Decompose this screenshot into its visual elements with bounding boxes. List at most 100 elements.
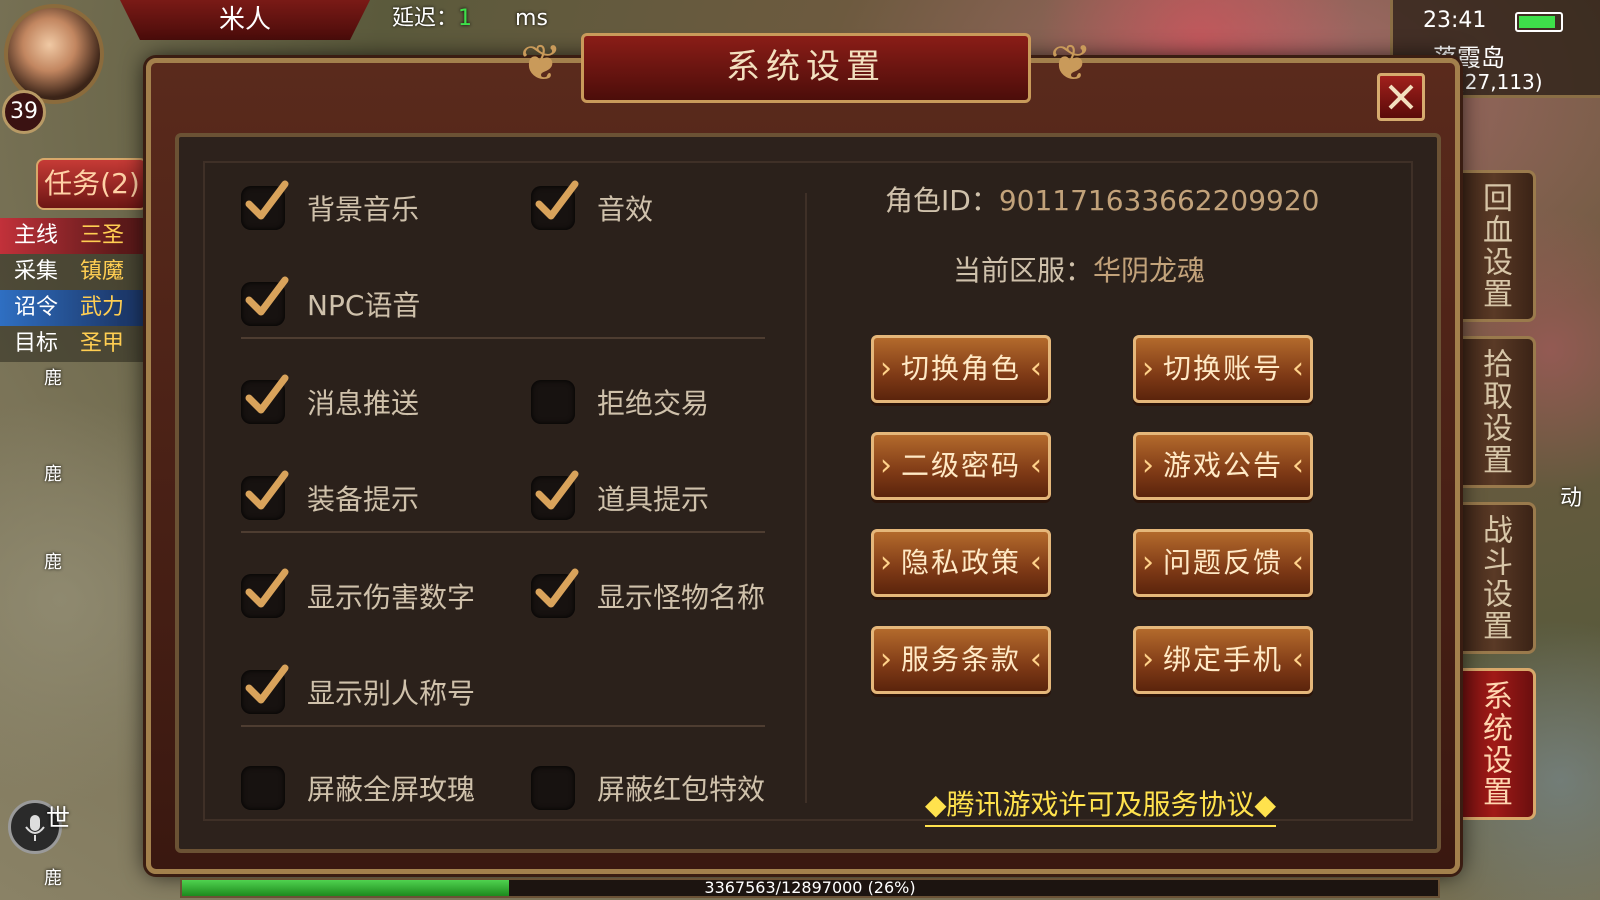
setting-option[interactable]: 音效: [531, 180, 653, 233]
setting-checkbox[interactable]: [531, 380, 575, 424]
setting-checkbox[interactable]: [531, 568, 579, 618]
dragon-ornament-icon: ❦: [1050, 34, 1092, 92]
checkmark-icon: [245, 276, 289, 316]
clock: 23:41: [1423, 8, 1487, 33]
setting-option[interactable]: 道具提示: [531, 470, 710, 523]
setting-checkbox[interactable]: [241, 276, 289, 326]
checkmark-icon: [245, 374, 289, 414]
privacy-policy-button[interactable]: 隐私政策: [871, 529, 1051, 597]
npc-deer-label: 鹿: [44, 868, 62, 889]
settings-content-panel: 背景音乐 音效 NPC语音消息推送 拒绝交易装备提示 道具提示显示伤害数字 显示怪物名称显…: [203, 161, 1413, 827]
setting-checkbox[interactable]: [241, 664, 289, 714]
role-id-value: 901171633662209920: [998, 184, 1320, 217]
setting-option[interactable]: 屏蔽全屏玫瑰: [241, 763, 475, 813]
license-agreement-link[interactable]: ◆腾讯游戏许可及服务协议◆: [925, 783, 1277, 827]
tab-system-settings[interactable]: 系统设置: [1452, 668, 1536, 820]
tab-combat-settings[interactable]: 战斗设置: [1452, 502, 1536, 654]
checkmark-icon: [535, 180, 579, 220]
npc-deer-label: 鹿: [44, 368, 62, 389]
microphone-icon: [25, 815, 45, 841]
npc-deer-label: 鹿: [44, 552, 62, 573]
experience-bar: 3367563/12897000 (26%): [180, 878, 1440, 898]
setting-checkbox[interactable]: [241, 374, 289, 424]
divider: [241, 725, 765, 727]
setting-checkbox[interactable]: [241, 180, 289, 230]
server-row: 当前区服：华阴龙魂: [953, 249, 1205, 289]
setting-label: 装备提示: [307, 483, 420, 516]
bind-phone-button[interactable]: 绑定手机: [1133, 626, 1313, 694]
task-button[interactable]: 任务(2): [36, 158, 148, 210]
quest-row[interactable]: 诏令 武力: [0, 290, 150, 326]
tab-pickup-settings[interactable]: 拾取设置: [1452, 336, 1536, 488]
battery-icon: [1515, 12, 1563, 32]
quest-row[interactable]: 目标 圣甲: [0, 326, 150, 362]
setting-checkbox[interactable]: [531, 766, 575, 810]
setting-label: 屏蔽红包特效: [597, 773, 766, 806]
setting-option[interactable]: 显示怪物名称: [531, 568, 766, 621]
setting-option[interactable]: 显示伤害数字: [241, 568, 476, 621]
checkmark-icon: [245, 664, 289, 704]
player-name: 米人: [120, 0, 370, 40]
setting-checkbox[interactable]: [531, 470, 579, 520]
setting-checkbox[interactable]: [241, 568, 289, 618]
setting-label: 背景音乐: [307, 193, 420, 226]
close-button[interactable]: [1377, 73, 1425, 121]
setting-option[interactable]: NPC语音: [241, 276, 421, 329]
latency-indicator: 延迟：1 ms: [392, 0, 548, 32]
player-avatar[interactable]: [4, 4, 104, 104]
tab-hp-recovery-settings[interactable]: 回血设置: [1452, 170, 1536, 322]
terms-of-service-button[interactable]: 服务条款: [871, 626, 1051, 694]
server-label: 当前区服：: [953, 254, 1094, 287]
setting-checkbox[interactable]: [531, 180, 579, 230]
npc-deer-label: 鹿: [44, 464, 62, 485]
quest-list: 主线 三圣 采集 镇魔 诏令 武力 目标 圣甲: [0, 218, 150, 362]
settings-side-tabs: 回血设置 拾取设置 战斗设置 系统设置: [1452, 170, 1536, 834]
setting-option[interactable]: 装备提示: [241, 470, 420, 523]
setting-option[interactable]: 显示别人称号: [241, 664, 476, 717]
game-announcement-button[interactable]: 游戏公告: [1133, 432, 1313, 500]
checkmark-icon: [245, 180, 289, 220]
column-divider: [805, 193, 807, 803]
level-badge: 39: [2, 90, 46, 134]
divider: [241, 337, 765, 339]
dialog-title: 系统设置: [581, 33, 1031, 103]
world-chat-label: 世: [46, 804, 70, 832]
switch-character-button[interactable]: 切换角色: [871, 335, 1051, 403]
secondary-password-button[interactable]: 二级密码: [871, 432, 1051, 500]
setting-label: 消息推送: [307, 387, 420, 420]
checkmark-icon: [535, 568, 579, 608]
experience-text: 3367563/12897000 (26%): [704, 878, 916, 897]
dragon-ornament-icon: ❦: [520, 34, 562, 92]
setting-label: NPC语音: [307, 289, 421, 322]
setting-label: 显示怪物名称: [597, 581, 766, 614]
checkmark-icon: [245, 568, 289, 608]
setting-option[interactable]: 拒绝交易: [531, 377, 709, 427]
close-icon: [1388, 84, 1414, 110]
setting-option[interactable]: 背景音乐: [241, 180, 420, 233]
setting-option[interactable]: 屏蔽红包特效: [531, 763, 765, 813]
setting-label: 显示别人称号: [307, 677, 476, 710]
setting-checkbox[interactable]: [241, 766, 285, 810]
latency-value: 1: [458, 6, 473, 31]
setting-checkbox[interactable]: [241, 470, 289, 520]
setting-label: 屏蔽全屏玫瑰: [307, 773, 476, 806]
setting-label: 道具提示: [597, 483, 710, 516]
checkmark-icon: [535, 470, 579, 510]
quest-row[interactable]: 主线 三圣: [0, 218, 150, 254]
setting-option[interactable]: 消息推送: [241, 374, 420, 427]
role-id-label: 角色ID：: [885, 184, 999, 217]
setting-label: 拒绝交易: [597, 387, 710, 420]
coords-value: (27,113): [1457, 70, 1543, 94]
role-id-row: 角色ID：901171633662209920: [885, 179, 1320, 219]
system-settings-dialog: ❦ ❦ 系统设置 背景音乐 音效 NPC语音消息推送 拒绝交易装备提示 道具提示显示伤害…: [146, 33, 1460, 874]
quest-row[interactable]: 采集 镇魔: [0, 254, 150, 290]
auto-battle-label: 动: [1560, 486, 1583, 511]
server-value: 华阴龙魂: [1093, 254, 1206, 287]
checkmark-icon: [245, 470, 289, 510]
latency-unit: ms: [515, 6, 548, 31]
feedback-button[interactable]: 问题反馈: [1133, 529, 1313, 597]
switch-account-button[interactable]: 切换账号: [1133, 335, 1313, 403]
settings-content-frame: 背景音乐 音效 NPC语音消息推送 拒绝交易装备提示 道具提示显示伤害数字 显示怪物名称显…: [175, 133, 1441, 853]
setting-label: 显示伤害数字: [307, 581, 476, 614]
divider: [241, 531, 765, 533]
